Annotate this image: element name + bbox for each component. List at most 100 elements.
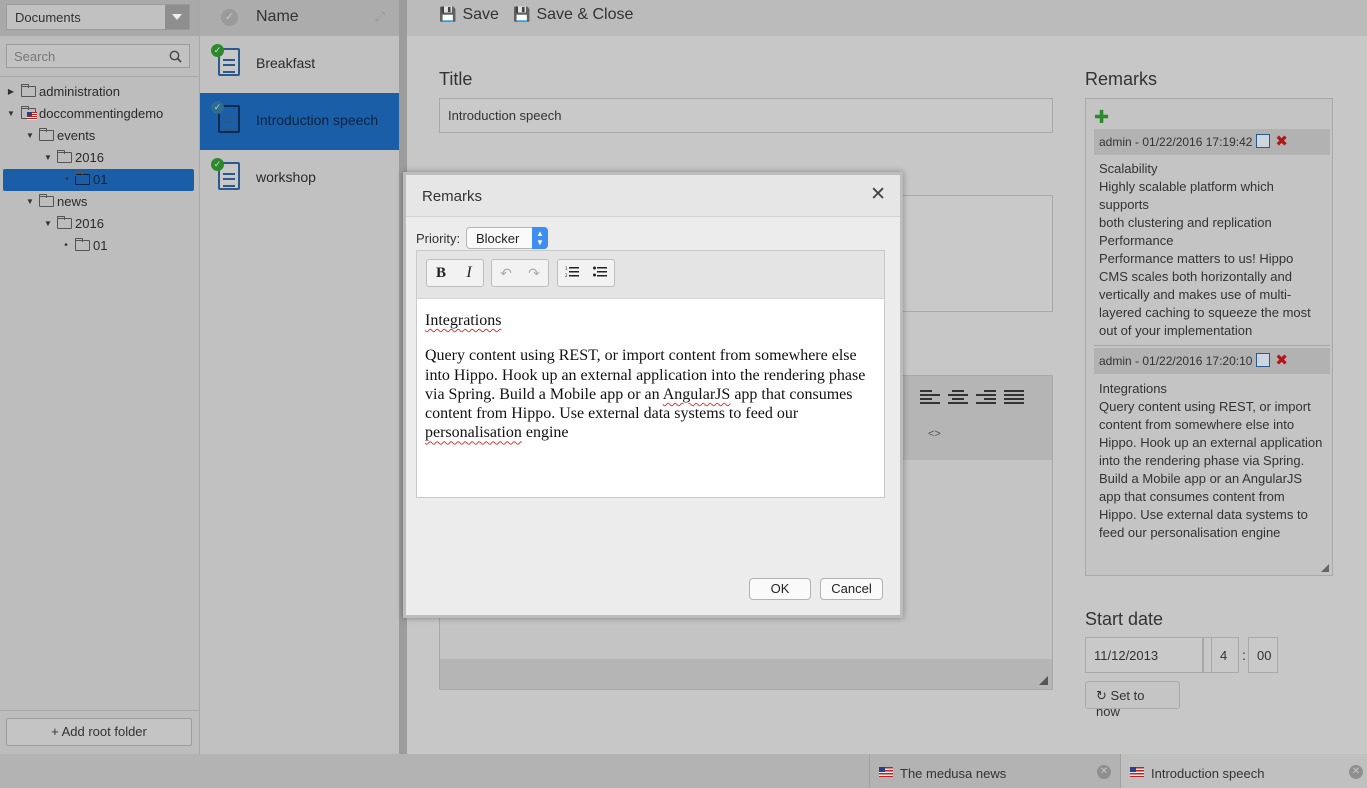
documents-select[interactable]: Documents <box>6 4 190 30</box>
collapse-arrow-icon[interactable]: ▼ <box>25 191 35 213</box>
cancel-button[interactable]: Cancel <box>820 578 883 600</box>
delete-remark-icon[interactable]: ✖ <box>1275 132 1288 150</box>
folder-search-input[interactable]: Search <box>6 44 190 68</box>
tree-item-label: 01 <box>93 238 108 253</box>
tree-item-events[interactable]: ▼ events <box>0 125 199 147</box>
save-button[interactable]: 💾 Save <box>439 6 499 24</box>
delete-remark-icon[interactable]: ✖ <box>1275 351 1288 369</box>
align-center-icon[interactable] <box>948 390 968 406</box>
search-placeholder: Search <box>14 49 56 64</box>
us-flag-icon <box>1130 767 1144 777</box>
priority-value: Blocker <box>476 231 520 246</box>
remark-editor[interactable]: B I ↶ ↷ 12 Integrations Query content us… <box>416 250 885 498</box>
format-group: B I <box>426 259 484 287</box>
collapse-arrow-icon[interactable]: ▼ <box>6 103 16 125</box>
save-close-button[interactable]: 💾 Save & Close <box>513 6 633 24</box>
tree-item-news-2016[interactable]: ▼ 2016 <box>0 213 199 235</box>
align-justify-icon[interactable] <box>1004 390 1024 406</box>
document-row-breakfast[interactable]: ✓ Breakfast <box>200 36 399 93</box>
folder-open-icon <box>57 150 72 163</box>
published-check-icon: ✓ <box>211 101 224 114</box>
document-label: Introduction speech <box>256 112 379 128</box>
add-remark-icon[interactable]: ✚ <box>1094 107 1109 128</box>
folder-open-icon <box>39 194 54 207</box>
numbered-list-icon[interactable]: 12 <box>558 260 586 286</box>
tree-item-events-2016-01[interactable]: • 01 <box>3 169 194 191</box>
italic-button[interactable]: I <box>455 260 483 286</box>
remark-editor-content[interactable]: Integrations Query content using REST, o… <box>425 311 875 459</box>
expand-arrow-icon[interactable]: ▶ <box>6 81 16 103</box>
svg-text:2: 2 <box>565 273 568 278</box>
edit-remark-icon[interactable] <box>1256 134 1270 148</box>
floppy-close-icon: 💾 <box>513 6 531 22</box>
remark-text: Scalability Highly scalable platform whi… <box>1099 161 1311 338</box>
published-check-icon: ✓ <box>211 44 224 57</box>
remark-meta: admin - 01/22/2016 17:20:10 <box>1099 354 1253 368</box>
source-code-button[interactable]: <> <box>928 428 941 440</box>
folder-open-icon <box>39 128 54 141</box>
title-input[interactable]: Introduction speech <box>439 98 1053 133</box>
tree-item-label: 2016 <box>75 150 104 165</box>
remark-meta: admin - 01/22/2016 17:19:42 <box>1099 135 1253 149</box>
tab-label: Introduction speech <box>1151 766 1265 781</box>
ok-button[interactable]: OK <box>749 578 811 600</box>
remark-text-3: engine <box>521 424 569 442</box>
folder-open-icon <box>75 238 90 251</box>
published-check-icon: ✓ <box>211 158 224 171</box>
tab-the-medusa-news[interactable]: The medusa news ✕ <box>869 754 1119 788</box>
resize-grip-icon[interactable] <box>1039 676 1048 685</box>
dialog-header: Remarks ✕ <box>406 175 900 217</box>
select-spinner-icon: ▲ ▼ <box>532 227 548 249</box>
remark-text-personalisation: personalisation <box>425 424 522 442</box>
documents-select-value: Documents <box>15 10 81 25</box>
undo-icon[interactable]: ↶ <box>492 260 520 286</box>
name-column-header[interactable]: Name <box>256 8 299 26</box>
set-to-now-button[interactable]: ↻ Set to now <box>1085 681 1180 719</box>
hour-input[interactable]: 4 <box>1211 637 1239 673</box>
check-circle-icon: ✓ <box>221 9 238 26</box>
tree-item-administration[interactable]: ▶ administration <box>0 81 199 103</box>
close-tab-icon[interactable]: ✕ <box>1349 765 1363 779</box>
folder-tree: ▶ administration ▼ doccommentingdemo ▼ e… <box>0 76 199 257</box>
bold-button[interactable]: B <box>427 260 455 286</box>
remark-heading-text: Integrations <box>425 312 502 329</box>
leaf-bullet-icon: • <box>65 174 69 185</box>
document-row-introduction-speech[interactable]: ✓ Introduction speech <box>200 93 399 150</box>
floppy-disk-icon: 💾 <box>439 6 457 22</box>
search-icon[interactable] <box>169 50 182 63</box>
document-row-workshop[interactable]: ✓ workshop <box>200 150 399 207</box>
document-tabs-bar: The medusa news ✕ Introduction speech ✕ <box>0 754 1367 788</box>
document-list-header: ✓ Name ⤢ <box>200 0 399 36</box>
tab-introduction-speech[interactable]: Introduction speech ✕ <box>1120 754 1367 788</box>
tree-item-news-2016-01[interactable]: • 01 <box>0 235 199 257</box>
close-icon[interactable]: ✕ <box>870 185 886 204</box>
resize-grip-icon[interactable] <box>1321 564 1329 572</box>
tab-label: The medusa news <box>900 766 1007 781</box>
bullet-list-icon[interactable] <box>586 260 614 286</box>
tree-item-events-2016[interactable]: ▼ 2016 <box>0 147 199 169</box>
folder-open-icon <box>75 172 90 185</box>
redo-icon[interactable]: ↷ <box>520 260 548 286</box>
collapse-arrow-icon[interactable]: ▼ <box>25 125 35 147</box>
align-right-icon[interactable] <box>976 390 996 406</box>
chevron-down-icon[interactable] <box>165 5 189 29</box>
folder-icon <box>21 84 36 97</box>
minute-input[interactable]: 00 <box>1248 637 1278 673</box>
close-tab-icon[interactable]: ✕ <box>1097 765 1111 779</box>
remark-text: Integrations Query content using REST, o… <box>1099 381 1323 540</box>
tree-item-doccommentingdemo[interactable]: ▼ doccommentingdemo <box>0 103 199 125</box>
tree-item-news[interactable]: ▼ news <box>0 191 199 213</box>
expand-icon[interactable]: ⤢ <box>375 9 385 25</box>
align-left-icon[interactable] <box>920 390 940 406</box>
tree-item-label: 01 <box>93 172 108 187</box>
collapse-arrow-icon[interactable]: ▼ <box>43 213 53 235</box>
remark-text-angular: AngularJS <box>662 385 731 403</box>
collapse-arrow-icon[interactable]: ▼ <box>43 147 53 169</box>
edit-remark-icon[interactable] <box>1256 353 1270 367</box>
date-input[interactable]: 11/12/2013 <box>1085 637 1203 673</box>
date-value: 11/12/2013 <box>1094 648 1159 663</box>
add-root-folder-button[interactable]: + Add root folder <box>6 718 192 746</box>
content-editor-footer <box>440 659 1052 689</box>
priority-select[interactable]: Blocker ▲ ▼ <box>466 227 548 249</box>
divider <box>0 710 199 711</box>
